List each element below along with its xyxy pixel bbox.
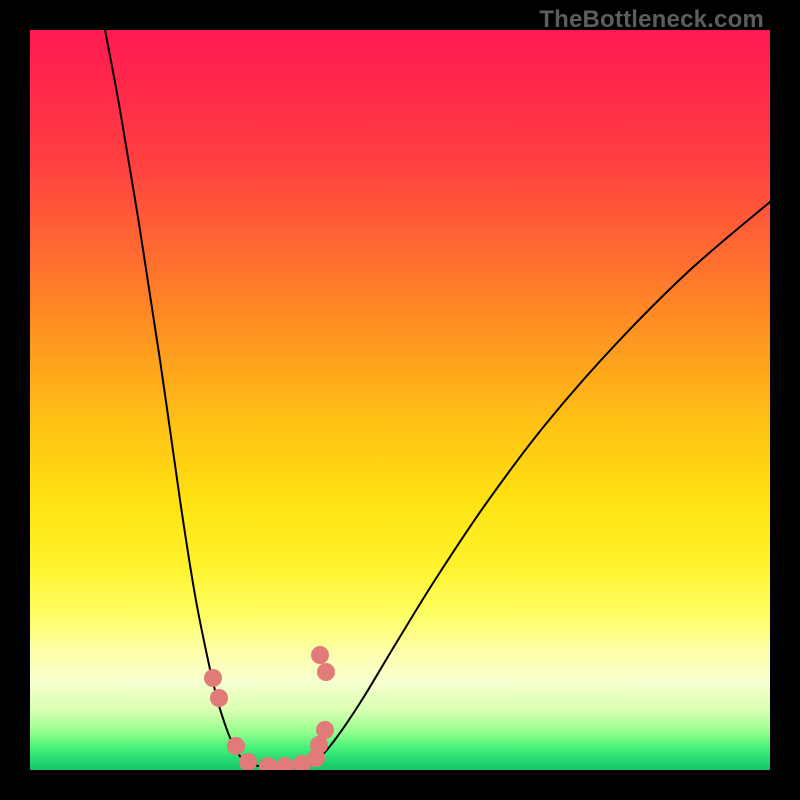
marker-dot <box>227 737 245 755</box>
chart-frame <box>30 30 770 770</box>
bottleneck-curve <box>30 30 770 770</box>
curve-markers <box>204 646 335 770</box>
marker-dot <box>210 689 228 707</box>
marker-dot <box>316 721 334 739</box>
marker-dot <box>311 646 329 664</box>
marker-dot <box>239 753 257 770</box>
curve-path <box>105 30 770 768</box>
marker-dot <box>204 669 222 687</box>
marker-dot <box>259 757 277 770</box>
marker-dot <box>317 663 335 681</box>
marker-dot <box>276 757 294 770</box>
